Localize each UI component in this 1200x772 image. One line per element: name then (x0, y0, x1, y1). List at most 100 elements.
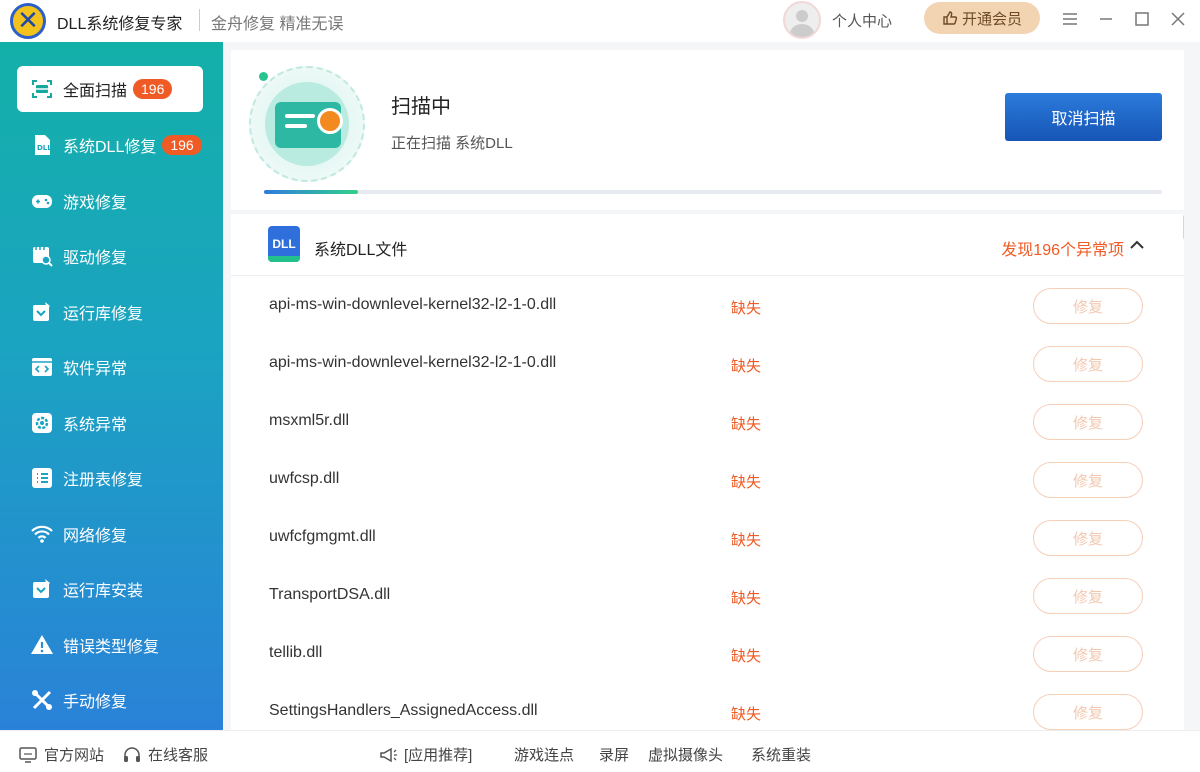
chevron-up-icon[interactable] (1128, 236, 1146, 254)
menu-icon[interactable] (1057, 6, 1083, 32)
table-row: uwfcsp.dll 缺失 修复 (231, 450, 1184, 508)
app-slogan: 金舟修复 精准无误 (211, 16, 344, 33)
count-badge: 196 (133, 79, 173, 99)
driver-icon (29, 243, 55, 269)
table-row: api-ms-win-downlevel-kernel32-l2-1-0.dll… (231, 334, 1184, 392)
table-row: TransportDSA.dll 缺失 修复 (231, 566, 1184, 624)
cancel-scan-button[interactable]: 取消扫描 (1005, 93, 1162, 141)
avatar[interactable] (783, 1, 821, 39)
table-row: tellib.dll 缺失 修复 (231, 624, 1184, 682)
title-bar: ✕ DLL系统修复专家 金舟修复 精准无误 个人中心 开通会员 (0, 0, 1200, 42)
section-title: 系统DLL文件 (314, 242, 408, 259)
sidebar: 全面扫描 196 DLL 系统DLL修复 196 游戏修复 驱动修复 运行库修复… (0, 42, 223, 730)
app-title: DLL系统修复专家 (57, 16, 183, 33)
dll-status: 缺失 (731, 474, 762, 491)
dll-status: 缺失 (731, 416, 762, 433)
sidebar-item-software-error[interactable]: 软件异常 (17, 344, 203, 390)
dll-file-name: uwfcfgmgmt.dll (269, 528, 376, 545)
sidebar-item-label: 运行库安装 (63, 583, 144, 600)
dll-results-panel: DLL 系统DLL文件 发现196个异常项 api-ms-win-downlev… (231, 214, 1184, 730)
tools-icon (29, 687, 55, 713)
footer-link-virtual-camera[interactable]: 虚拟摄像头 (648, 744, 723, 765)
app-recommend-label: [应用推荐] (404, 747, 473, 764)
title-divider (199, 9, 200, 31)
dll-file-name: api-ms-win-downlevel-kernel32-l2-1-0.dll (269, 354, 557, 371)
sidebar-item-system-error[interactable]: 系统异常 (17, 400, 203, 446)
dll-file-name: msxml5r.dll (269, 412, 350, 429)
sidebar-item-game-repair[interactable]: 游戏修复 (17, 178, 203, 224)
fix-button[interactable]: 修复 (1033, 288, 1143, 324)
sidebar-item-network-repair[interactable]: 网络修复 (17, 511, 203, 557)
scan-detail-text: 正在扫描 系统DLL (391, 135, 513, 152)
sidebar-item-driver-repair[interactable]: 驱动修复 (17, 233, 203, 279)
footer-link-system-reinstall[interactable]: 系统重装 (751, 744, 811, 765)
sidebar-item-label: 全面扫描 (63, 83, 128, 100)
scan-icon (29, 76, 55, 102)
fix-button[interactable]: 修复 (1033, 578, 1143, 614)
scan-progress-fill (264, 190, 359, 194)
dll-file-name: tellib.dll (269, 644, 323, 661)
sidebar-item-runtime-repair[interactable]: 运行库修复 (17, 289, 203, 335)
dll-file-list: api-ms-win-downlevel-kernel32-l2-1-0.dll… (231, 276, 1184, 730)
fix-button[interactable]: 修复 (1033, 346, 1143, 382)
svg-text:DLL: DLL (37, 144, 52, 152)
headset-icon (124, 746, 140, 762)
dll-section-header[interactable]: DLL 系统DLL文件 发现196个异常项 (231, 214, 1184, 276)
fix-button[interactable]: 修复 (1033, 636, 1143, 672)
footer-link-screen-record[interactable]: 录屏 (599, 744, 629, 765)
scan-status-title: 扫描中 (391, 96, 451, 118)
maximize-icon[interactable] (1129, 6, 1155, 32)
table-row: msxml5r.dll 缺失 修复 (231, 392, 1184, 450)
sidebar-item-label: 系统异常 (63, 417, 128, 434)
fix-button[interactable]: 修复 (1033, 404, 1143, 440)
table-row: uwfcfgmgmt.dll 缺失 修复 (231, 508, 1184, 566)
dll-file-icon: DLL (29, 132, 55, 158)
dll-status: 缺失 (731, 300, 762, 317)
table-row: api-ms-win-downlevel-kernel32-l2-1-0.dll… (231, 276, 1184, 334)
sidebar-item-full-scan[interactable]: 全面扫描 196 (17, 66, 203, 112)
code-window-icon (29, 354, 55, 380)
app-logo-icon: ✕ (10, 3, 46, 39)
sidebar-item-label: 系统DLL修复 (63, 139, 157, 156)
dll-status: 缺失 (731, 648, 762, 665)
runtime-install-icon (29, 576, 55, 602)
sidebar-item-label: 运行库修复 (63, 306, 144, 323)
user-center-link[interactable]: 个人中心 (832, 10, 892, 31)
sidebar-item-runtime-install[interactable]: 运行库安装 (17, 566, 203, 612)
sidebar-item-label: 注册表修复 (63, 472, 144, 489)
sidebar-item-dll-repair[interactable]: DLL 系统DLL修复 196 (17, 122, 203, 168)
minimize-icon[interactable] (1093, 6, 1119, 32)
monitor-icon (19, 746, 37, 763)
sidebar-item-error-type-repair[interactable]: 错误类型修复 (17, 622, 203, 668)
official-website-link[interactable]: 官方网站 (18, 744, 104, 765)
footer-bar: 官方网站 在线客服 [应用推荐] 游戏连点 录屏 虚拟摄像头 系统重装 (0, 730, 1200, 772)
scrollbar[interactable] (1183, 214, 1184, 240)
sidebar-item-label: 网络修复 (63, 528, 128, 545)
dll-file-name: TransportDSA.dll (269, 586, 391, 603)
gamepad-icon (29, 188, 55, 214)
fix-button[interactable]: 修复 (1033, 462, 1143, 498)
scan-illustration-icon (249, 66, 365, 182)
footer-link-auto-clicker[interactable]: 游戏连点 (514, 744, 574, 765)
dll-status: 缺失 (731, 590, 762, 607)
dll-status: 缺失 (731, 532, 762, 549)
sidebar-item-label: 手动修复 (63, 694, 128, 711)
runtime-icon (29, 299, 55, 325)
scan-panel: 扫描中 正在扫描 系统DLL 取消扫描 (231, 50, 1184, 210)
list-icon (29, 465, 55, 491)
dll-file-name: api-ms-win-downlevel-kernel32-l2-1-0.dll (269, 296, 557, 313)
vip-button[interactable]: 开通会员 (924, 2, 1040, 34)
gear-icon (29, 410, 55, 436)
dll-status: 缺失 (731, 358, 762, 375)
main-content: 扫描中 正在扫描 系统DLL 取消扫描 DLL 系统DLL文件 发现196个异常… (223, 42, 1200, 730)
app-recommend: [应用推荐] (378, 744, 472, 765)
online-support-link[interactable]: 在线客服 (122, 744, 208, 765)
dll-file-icon: DLL (268, 226, 300, 262)
sidebar-item-registry-repair[interactable]: 注册表修复 (17, 455, 203, 501)
fix-button[interactable]: 修复 (1033, 694, 1143, 730)
dll-status: 缺失 (731, 706, 762, 723)
sidebar-item-label: 错误类型修复 (63, 639, 160, 656)
sidebar-item-manual-repair[interactable]: 手动修复 (17, 677, 203, 723)
fix-button[interactable]: 修复 (1033, 520, 1143, 556)
close-icon[interactable] (1165, 6, 1191, 32)
